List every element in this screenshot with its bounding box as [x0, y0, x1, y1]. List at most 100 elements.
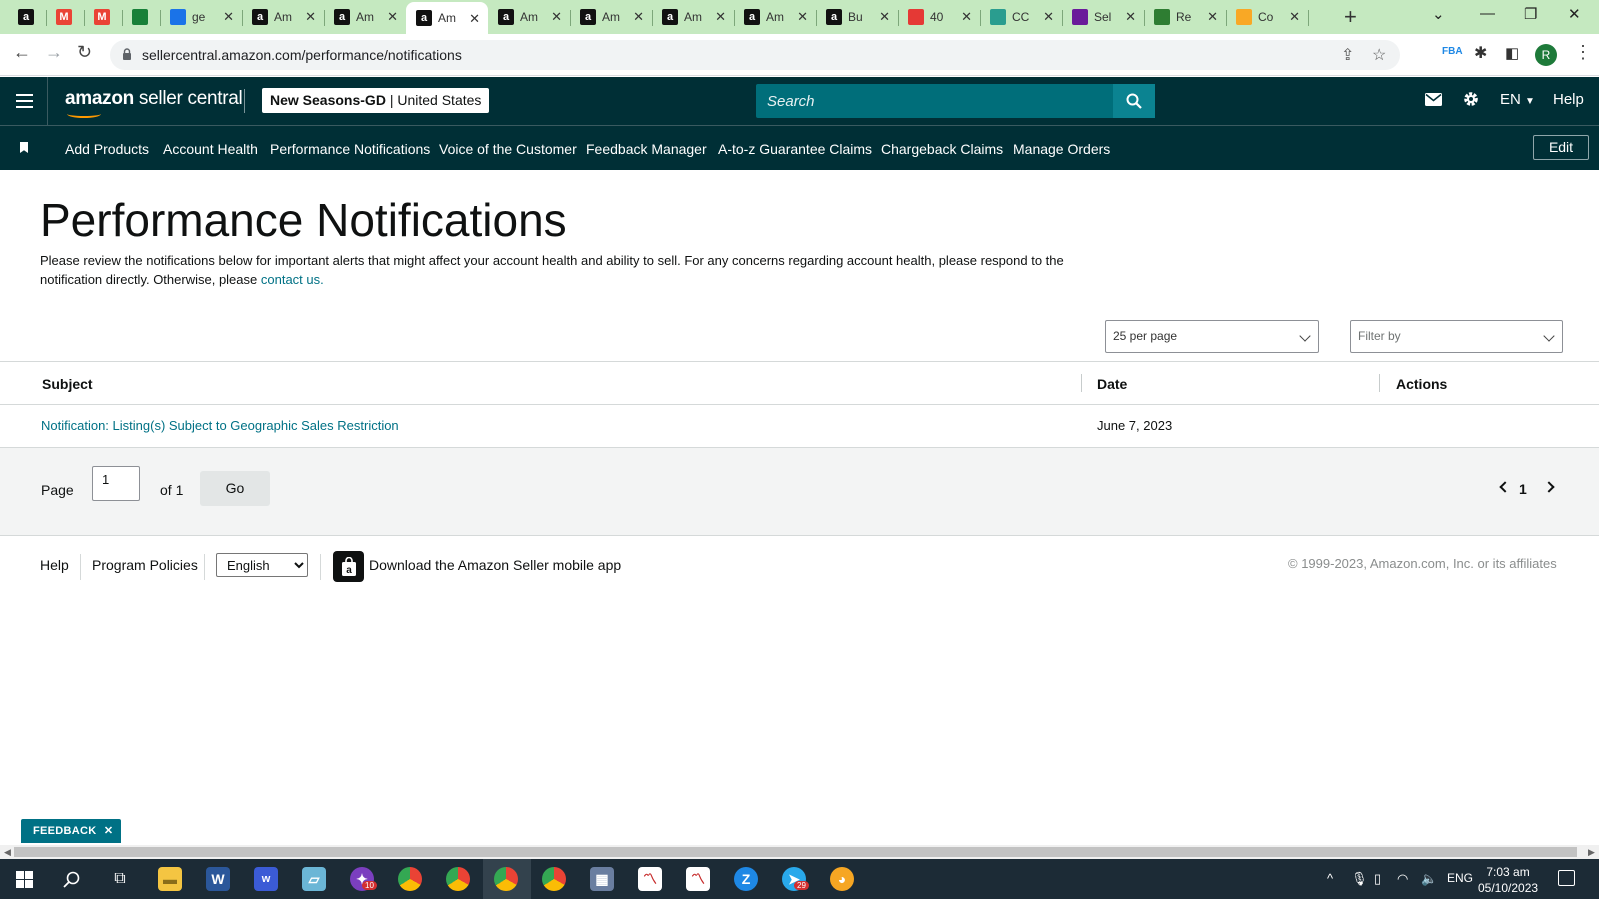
browser-tab[interactable]: a [8, 0, 46, 34]
chrome-icon[interactable] [398, 867, 422, 891]
browser-tab[interactable]: 40 ✕ [898, 0, 980, 34]
tray-expand-icon[interactable]: ^ [1327, 871, 1333, 886]
close-tab-icon[interactable]: ✕ [1289, 9, 1300, 25]
close-tab-icon[interactable]: ✕ [223, 9, 234, 25]
browser-tab[interactable]: a Bu ✕ [816, 0, 898, 34]
bookmark-icon[interactable] [20, 142, 28, 153]
close-tab-icon[interactable]: ✕ [715, 9, 726, 25]
system-clock[interactable]: 7:03 am 05/10/2023 [1478, 864, 1538, 896]
page-number-input[interactable] [92, 466, 140, 501]
browser-tab[interactable]: a Am ✕ [242, 0, 324, 34]
tab-search-icon[interactable]: ⌄ [1432, 5, 1445, 23]
close-tab-icon[interactable]: ✕ [305, 9, 316, 25]
profile-avatar[interactable]: R [1535, 44, 1557, 66]
per-page-select[interactable]: 25 per page [1105, 320, 1319, 353]
browser-tab[interactable]: CC ✕ [980, 0, 1062, 34]
close-tab-icon[interactable]: ✕ [551, 9, 562, 25]
nav-item-feedback-manager[interactable]: Feedback Manager [586, 141, 707, 157]
close-tab-icon[interactable]: ✕ [387, 9, 398, 25]
contact-us-link[interactable]: contact us. [261, 272, 324, 287]
microphone-icon[interactable]: 🎙 [1351, 871, 1368, 887]
language-selector[interactable]: EN ▼ [1500, 91, 1535, 108]
task-view-icon[interactable]: ⧉ [108, 867, 132, 891]
browser-menu-icon[interactable]: ⋮ [1574, 42, 1592, 63]
zoom-icon[interactable]: Z [734, 867, 758, 891]
chrome-icon[interactable] [446, 867, 470, 891]
nav-item-a-to-z-claims[interactable]: A-to-z Guarantee Claims [718, 141, 872, 157]
battery-icon[interactable]: ▯ [1374, 871, 1381, 887]
edit-nav-button[interactable]: Edit [1533, 135, 1589, 160]
browser-tab[interactable] [122, 0, 160, 34]
header-help-link[interactable]: Help [1553, 91, 1584, 108]
browser-tab[interactable]: M [46, 0, 84, 34]
settings-gear-icon[interactable] [1462, 90, 1480, 108]
account-switcher[interactable]: New Seasons-GD | United States [262, 88, 490, 113]
scrollbar-thumb[interactable] [14, 847, 1577, 857]
taskbar-search-icon[interactable] [63, 871, 80, 888]
chrome-icon[interactable] [494, 867, 518, 891]
browser-tab[interactable]: a Am ✕ [570, 0, 652, 34]
feedback-tab[interactable]: FEEDBACK ✕ [21, 819, 122, 843]
chart-app-icon[interactable]: 〽 [638, 867, 662, 891]
browser-tab[interactable]: a Am ✕ [406, 2, 488, 34]
notes-icon[interactable]: ▱ [302, 867, 326, 891]
app-w-icon[interactable]: w [254, 867, 278, 891]
restore-icon[interactable]: ❐ [1524, 5, 1537, 23]
fba-extension-icon[interactable]: FBA [1442, 46, 1463, 57]
browser-tab[interactable]: Sel ✕ [1062, 0, 1144, 34]
nav-item-add-products[interactable]: Add Products [65, 141, 149, 157]
browser-tab[interactable]: Re ✕ [1144, 0, 1226, 34]
current-page-number[interactable]: 1 [1519, 481, 1527, 497]
footer-help-link[interactable]: Help [40, 557, 69, 573]
volume-icon[interactable]: 🔈 [1421, 871, 1437, 887]
browser-tab[interactable]: a Am ✕ [734, 0, 816, 34]
close-tab-icon[interactable]: ✕ [469, 11, 480, 27]
feedback-close-icon[interactable]: ✕ [104, 825, 114, 837]
reload-icon[interactable]: ↻ [77, 42, 92, 63]
browser-tab[interactable]: a Am ✕ [488, 0, 570, 34]
chart-app-icon[interactable]: 〽 [686, 867, 710, 891]
scroll-left-icon[interactable]: ◀ [4, 847, 11, 858]
wifi-icon[interactable]: ◠ [1397, 871, 1408, 887]
close-window-icon[interactable]: ✕ [1568, 5, 1581, 23]
nav-item-voice-of-the-customer[interactable]: Voice of the Customer [439, 141, 577, 157]
browser-tab[interactable]: Co ✕ [1226, 0, 1308, 34]
browser-tab[interactable]: a Am ✕ [652, 0, 734, 34]
horizontal-scrollbar[interactable]: ◀ ▶ [0, 845, 1599, 859]
minimize-icon[interactable]: — [1480, 5, 1495, 22]
forward-icon[interactable]: → [45, 42, 63, 63]
windows-start-icon[interactable] [16, 871, 33, 888]
go-button[interactable]: Go [200, 471, 270, 506]
close-tab-icon[interactable]: ✕ [1125, 9, 1136, 25]
side-panel-icon[interactable]: ◧ [1505, 44, 1519, 62]
close-tab-icon[interactable]: ✕ [797, 9, 808, 25]
nav-item-manage-orders[interactable]: Manage Orders [1013, 141, 1110, 157]
address-bar[interactable]: sellercentral.amazon.com/performance/not… [110, 40, 1400, 70]
download-app-link[interactable]: Download the Amazon Seller mobile app [369, 557, 621, 573]
filter-by-select[interactable]: Filter by [1350, 320, 1563, 353]
footer-language-select[interactable]: English [216, 553, 308, 577]
nav-item-chargeback-claims[interactable]: Chargeback Claims [881, 141, 1003, 157]
input-language[interactable]: ENG [1447, 871, 1473, 885]
browser-tab[interactable]: a Am ✕ [324, 0, 406, 34]
back-icon[interactable]: ← [13, 42, 31, 63]
chevron-right-icon[interactable] [1543, 481, 1555, 493]
calculator-icon[interactable]: ▦ [590, 867, 614, 891]
search-button[interactable] [1113, 84, 1155, 118]
word-icon[interactable]: W [206, 867, 230, 891]
new-tab-button[interactable]: + [1344, 4, 1357, 30]
hamburger-menu-icon[interactable] [16, 94, 33, 108]
search-input[interactable] [756, 84, 1111, 118]
close-tab-icon[interactable]: ✕ [879, 9, 890, 25]
notification-subject-link[interactable]: Notification: Listing(s) Subject to Geog… [41, 418, 399, 433]
close-tab-icon[interactable]: ✕ [633, 9, 644, 25]
chevron-left-icon[interactable] [1499, 481, 1511, 493]
seller-app-icon[interactable]: a [333, 551, 364, 582]
bookmark-star-icon[interactable]: ☆ [1372, 45, 1386, 65]
close-tab-icon[interactable]: ✕ [961, 9, 972, 25]
nav-item-account-health[interactable]: Account Health [163, 141, 258, 157]
close-tab-icon[interactable]: ✕ [1043, 9, 1054, 25]
chrome-icon[interactable] [542, 867, 566, 891]
scroll-right-icon[interactable]: ▶ [1588, 847, 1595, 858]
file-explorer-icon[interactable]: ▬ [158, 867, 182, 891]
